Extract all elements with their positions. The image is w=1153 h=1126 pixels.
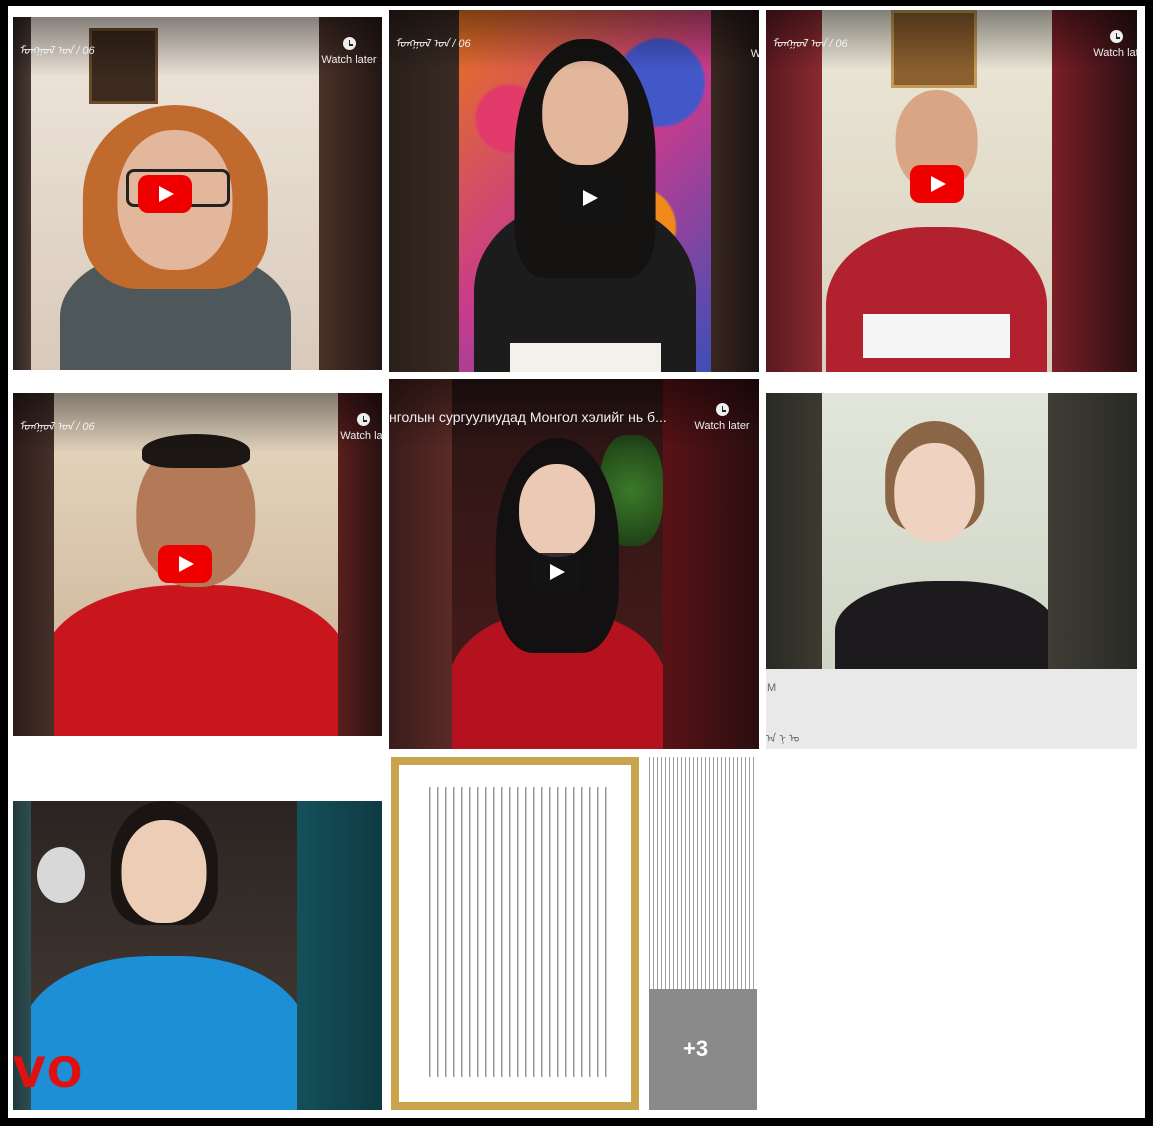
vo-overlay: VO	[13, 1048, 85, 1097]
play-button[interactable]	[563, 179, 615, 217]
video-tile-1[interactable]: ᠮᠣᠩᠭᠣᠯ ᠤᠨ / 06 Watch later	[13, 17, 382, 370]
video-title: ᠮᠣᠩᠭᠣᠯ ᠤᠨ / 06	[19, 421, 95, 433]
video-title: ᠮᠣᠩᠭᠣᠯ ᠤᠨ / 06	[772, 38, 848, 50]
more-count: +3	[683, 1036, 709, 1061]
video-title: ᠮᠣᠩᠭᠣᠯ ᠤᠨ / 06	[395, 38, 471, 50]
video-tile-2[interactable]: ᠮᠣᠩᠭᠣᠯ ᠤᠨ / 06 W	[389, 10, 759, 372]
video-title: нголын сургуулиудад Монгол хэлийг нь б..…	[389, 409, 667, 425]
video-tile-5[interactable]: нголын сургуулиудад Монгол хэлийг нь б..…	[389, 379, 759, 749]
document-text	[429, 787, 609, 1077]
play-button[interactable]	[138, 175, 192, 213]
watch-later-button[interactable]: W	[721, 48, 759, 60]
clock-icon	[715, 403, 729, 416]
watch-later-button[interactable]: Watch lat	[328, 413, 382, 442]
caption-bottom: ᠠ ᠨ ᠤ	[766, 733, 800, 745]
more-overlay[interactable]: +3	[649, 989, 757, 1110]
watch-later-button[interactable]: Watch lat	[1081, 30, 1137, 59]
clock-icon	[342, 37, 356, 50]
caption-top: M	[767, 682, 777, 694]
video-tile-7[interactable]: VO	[13, 801, 382, 1110]
watch-later-label: Watch lat	[1093, 47, 1137, 59]
watch-later-button[interactable]: Watch later	[687, 403, 757, 432]
document-tile[interactable]: +3	[389, 757, 759, 1110]
video-thumbnail	[766, 393, 1137, 669]
video-title: ᠮᠣᠩᠭᠣᠯ ᠤᠨ / 06	[19, 45, 95, 57]
play-button[interactable]	[530, 553, 582, 591]
video-tile-3[interactable]: ᠮᠣᠩᠭᠣᠯ ᠤᠨ / 06 Watch lat	[766, 10, 1137, 372]
play-button[interactable]	[158, 545, 212, 583]
video-tile-4[interactable]: ᠮᠣᠩᠭᠣᠯ ᠤᠨ / 06 Watch lat	[13, 393, 382, 736]
document-preview	[649, 757, 757, 989]
watch-later-label: Watch later	[321, 54, 377, 66]
play-button[interactable]	[910, 165, 964, 203]
clock-icon	[356, 413, 370, 426]
clock-icon	[1109, 30, 1123, 43]
watch-later-label: Watch later	[694, 420, 750, 432]
watch-later-button[interactable]: Watch later	[314, 37, 382, 66]
video-tile-6[interactable]: M ᠠ ᠨ ᠤ	[766, 393, 1137, 749]
watch-later-label: W	[750, 48, 759, 60]
watch-later-label: Watch lat	[340, 430, 382, 442]
